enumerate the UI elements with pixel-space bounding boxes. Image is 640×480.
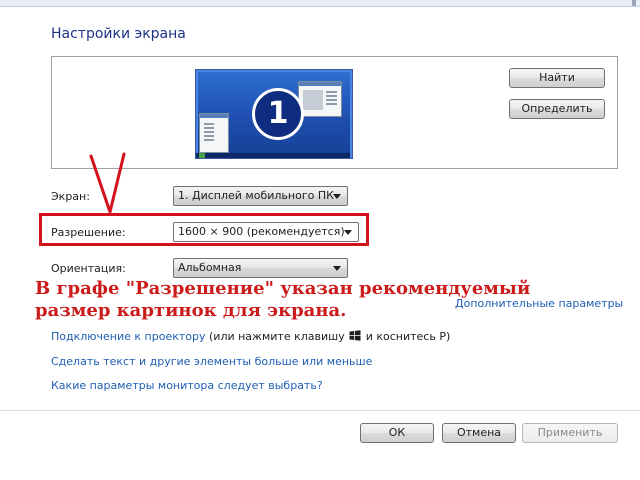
annotation-text: В графе "Разрешение" указан рекомендуемы… (35, 278, 595, 322)
mini-document-icon (199, 113, 229, 153)
windows-logo-icon (349, 330, 361, 341)
orientation-label: Ориентация: (51, 262, 126, 275)
footer-divider (0, 410, 640, 411)
page-title: Настройки экрана (51, 26, 186, 42)
orientation-select-value: Альбомная (178, 261, 242, 274)
display-select[interactable]: 1. Дисплей мобильного ПК (173, 186, 348, 206)
projector-hint-b: и коснитесь P) (365, 330, 451, 343)
projector-link[interactable]: Подключение к проектору (51, 330, 206, 343)
orientation-select[interactable]: Альбомная (173, 258, 348, 278)
ok-button[interactable]: ОК (360, 423, 434, 443)
display-select-value: 1. Дисплей мобильного ПК (178, 189, 334, 202)
mini-window-icon (298, 81, 342, 117)
monitor-number: 1 (252, 88, 304, 140)
cancel-button[interactable]: Отмена (442, 423, 516, 443)
annotation-line-1: В графе "Разрешение" указан рекомендуемы… (35, 278, 531, 299)
checkmark-icon (89, 152, 126, 214)
mini-taskbar (196, 153, 350, 158)
find-button[interactable]: Найти (509, 68, 605, 88)
chevron-down-icon (333, 266, 341, 271)
monitor-params-link[interactable]: Какие параметры монитора следует выбрать… (51, 379, 323, 392)
scroll-edge (632, 0, 636, 6)
monitor-1-thumbnail[interactable]: 1 (195, 69, 353, 159)
identify-button[interactable]: Определить (509, 99, 605, 119)
resolution-highlight-box (39, 213, 369, 246)
display-label: Экран: (51, 190, 90, 203)
chevron-down-icon (333, 194, 341, 199)
annotation-line-2: размер картинок для экрана. (35, 300, 347, 321)
window-top-edge (0, 0, 640, 7)
text-size-link[interactable]: Сделать текст и другие элементы больше и… (51, 355, 372, 368)
projector-row: Подключение к проектору (или нажмите кла… (51, 330, 450, 343)
apply-button[interactable]: Применить (522, 423, 618, 443)
projector-hint-a: (или нажмите клавишу (209, 330, 345, 343)
